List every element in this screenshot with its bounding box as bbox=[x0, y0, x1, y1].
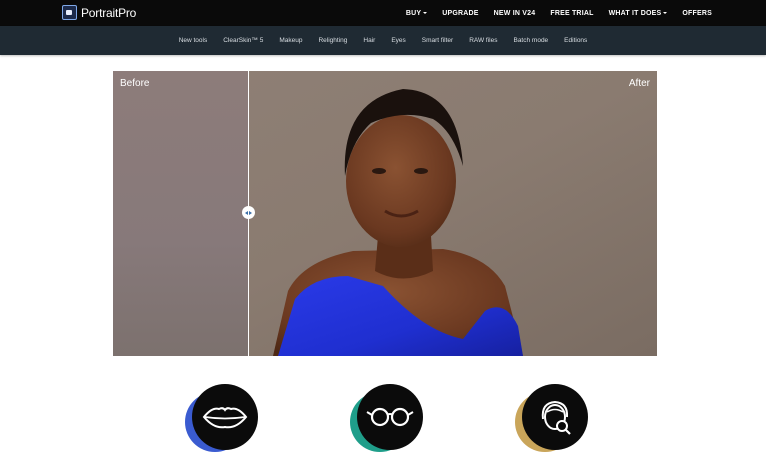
main-menu: BUY UPGRADE NEW IN V24 FREE TRIAL WHAT I… bbox=[406, 0, 712, 26]
subnav-raw-files[interactable]: RAW files bbox=[461, 37, 505, 44]
feature-smart-filter[interactable] bbox=[515, 384, 588, 452]
nav-what-label: WHAT IT DOES bbox=[608, 9, 662, 17]
caret-down-icon bbox=[663, 12, 668, 14]
feature-eyes[interactable] bbox=[350, 384, 423, 452]
subnav-clearskin[interactable]: ClearSkin™ 5 bbox=[215, 37, 271, 44]
subnav-makeup[interactable]: Makeup bbox=[271, 37, 310, 44]
nav-new-label: NEW IN V24 bbox=[493, 9, 536, 17]
caret-down-icon bbox=[423, 12, 428, 14]
subnav-editions[interactable]: Editions bbox=[556, 37, 595, 44]
subnav-new-tools[interactable]: New tools bbox=[171, 37, 216, 44]
subnav-relighting[interactable]: Relighting bbox=[310, 37, 355, 44]
nav-free-trial-label: FREE TRIAL bbox=[550, 9, 594, 17]
nav-offers[interactable]: OFFERS bbox=[682, 10, 712, 17]
nav-what-it-does[interactable]: WHAT IT DOES bbox=[609, 10, 668, 17]
before-label: Before bbox=[120, 78, 150, 89]
top-navigation-bar: PortraitPro BUY UPGRADE NEW IN V24 FREE … bbox=[0, 0, 766, 26]
nav-buy[interactable]: BUY bbox=[405, 9, 428, 17]
nav-buy-label: BUY bbox=[405, 9, 422, 17]
nav-upgrade-label: UPGRADE bbox=[442, 9, 479, 17]
brand-logo[interactable]: PortraitPro bbox=[62, 5, 136, 20]
subnav-batch-mode[interactable]: Batch mode bbox=[505, 37, 556, 44]
left-right-arrows-icon bbox=[245, 210, 252, 215]
subnav-eyes[interactable]: Eyes bbox=[383, 37, 413, 44]
after-label: After bbox=[628, 78, 650, 89]
nav-upgrade[interactable]: UPGRADE bbox=[442, 10, 478, 17]
face-search-icon bbox=[522, 384, 588, 450]
feature-makeup[interactable] bbox=[185, 384, 258, 452]
before-after-comparison[interactable]: Before After bbox=[113, 71, 657, 356]
glasses-icon bbox=[357, 384, 423, 450]
comparison-slider-handle[interactable] bbox=[242, 206, 255, 219]
feature-subnav: New tools ClearSkin™ 5 Makeup Relighting… bbox=[0, 26, 766, 55]
feature-subnav-bar: New tools ClearSkin™ 5 Makeup Relighting… bbox=[0, 26, 766, 55]
nav-new-in-v24[interactable]: NEW IN V24 bbox=[494, 10, 536, 17]
nav-offers-label: OFFERS bbox=[682, 9, 712, 17]
subnav-smart-filter[interactable]: Smart filter bbox=[414, 37, 461, 44]
subnav-hair[interactable]: Hair bbox=[355, 37, 383, 44]
brand-name: PortraitPro bbox=[81, 5, 137, 20]
before-portrait-image bbox=[113, 71, 248, 356]
portraitpro-logo-icon bbox=[62, 5, 77, 20]
lips-icon bbox=[192, 384, 258, 450]
nav-free-trial[interactable]: FREE TRIAL bbox=[550, 10, 593, 17]
